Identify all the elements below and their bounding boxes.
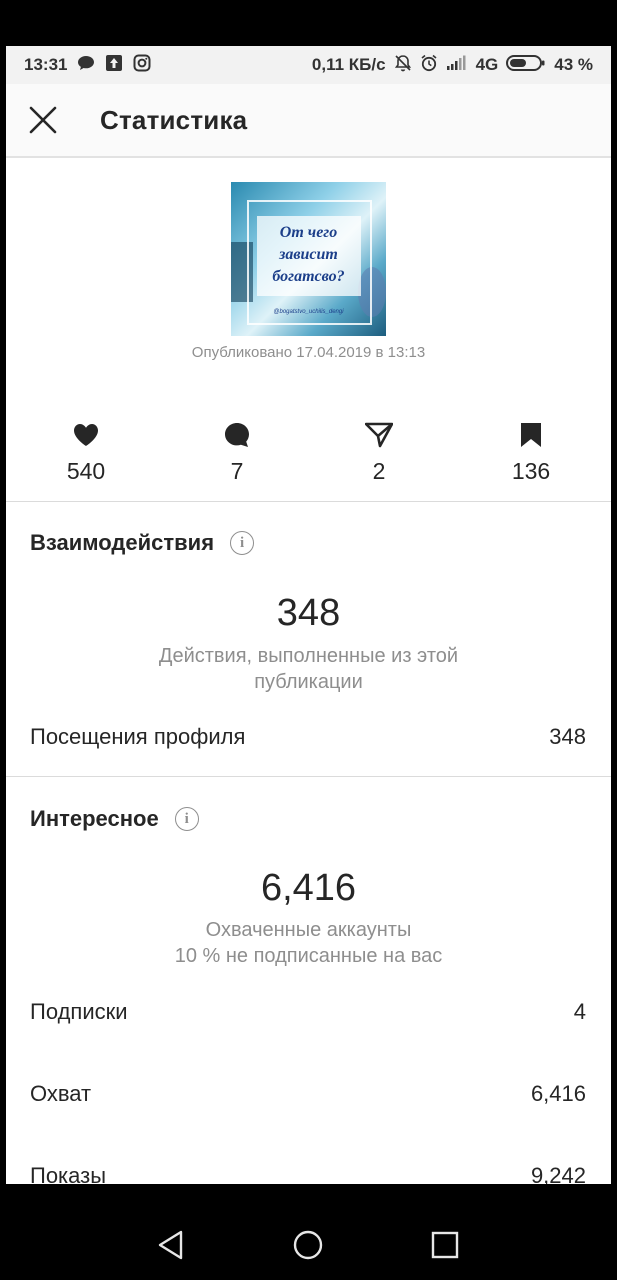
saves-stat[interactable]: 136 — [471, 420, 591, 485]
info-icon[interactable]: i — [174, 807, 199, 831]
status-bar: 13:31 0,11 КБ/с 4G 43 % — [6, 46, 611, 84]
app-header: Статистика — [6, 84, 611, 158]
post-stats-row: 540 7 2 136 — [6, 420, 611, 502]
comment-icon — [225, 423, 249, 447]
interactions-title: Взаимодействия — [30, 530, 215, 555]
row-label: Подписки — [30, 999, 128, 1024]
interactions-caption: Действия, выполненные из этой публикации — [6, 643, 611, 695]
row-label: Охват — [30, 1081, 92, 1106]
saves-count: 136 — [511, 458, 551, 484]
caption-line: Охваченные аккаунты — [205, 919, 412, 941]
home-button[interactable] — [290, 1227, 326, 1263]
caption-line: публикации — [254, 671, 363, 693]
signal-icon — [446, 55, 468, 76]
recents-icon — [431, 1231, 459, 1259]
interactions-section-title: Взаимодействия i — [30, 530, 255, 556]
thumbnail-text-line: зависит — [279, 246, 338, 263]
caption-line: Действия, выполненные из этой — [158, 645, 459, 667]
discovery-section-title: Интересное i — [30, 806, 199, 832]
impressions-row: Показы 9,242 — [30, 1163, 586, 1184]
back-button[interactable] — [153, 1227, 189, 1263]
reach-row: Охват 6,416 — [30, 1081, 586, 1107]
row-value: 9,242 — [530, 1163, 586, 1184]
comments-stat[interactable]: 7 — [177, 420, 297, 485]
row-value: 6,416 — [530, 1081, 586, 1106]
close-icon — [29, 106, 57, 134]
profile-visits-row: Посещения профиля 348 — [30, 724, 586, 750]
page-title: Статистика — [100, 104, 248, 135]
thumbnail-text-line: богатсво? — [272, 268, 345, 285]
bookmark-icon — [521, 423, 541, 447]
published-date: Опубликовано 17.04.2019 в 13:13 — [191, 344, 426, 361]
instagram-icon — [133, 54, 151, 77]
thumbnail-handle: @bogatstvo_uchilis_dengi — [273, 309, 344, 315]
discovery-title: Интересное — [30, 806, 159, 831]
info-icon[interactable]: i — [230, 531, 255, 555]
shares-stat[interactable]: 2 — [319, 420, 439, 485]
likes-stat[interactable]: 540 — [26, 420, 146, 485]
navigation-bar — [0, 1210, 617, 1280]
top-black-bar — [0, 0, 617, 46]
message-icon — [77, 55, 95, 76]
thumbnail-text: От чего зависит богатсво? — [231, 222, 386, 288]
caption-line: 10 % не подписанные на вас — [174, 945, 443, 967]
heart-icon — [74, 424, 98, 446]
status-battery: 43 % — [554, 55, 593, 74]
row-value: 4 — [573, 999, 586, 1024]
close-button[interactable] — [8, 83, 78, 157]
comments-count: 7 — [230, 458, 244, 484]
discovery-caption: Охваченные аккаунты 10 % не подписанные … — [6, 917, 611, 969]
alarm-icon — [420, 54, 438, 77]
status-network: 4G — [475, 55, 499, 74]
recents-button[interactable] — [427, 1227, 463, 1263]
row-label: Посещения профиля — [30, 724, 246, 749]
battery-icon — [506, 54, 546, 77]
row-value: 348 — [549, 724, 586, 749]
thumbnail-text-line: От чего — [279, 224, 338, 241]
discovery-total: 6,416 — [260, 867, 357, 909]
divider — [6, 501, 611, 502]
bell-muted-icon — [394, 54, 412, 77]
likes-count: 540 — [66, 458, 106, 484]
paper-plane-icon — [365, 422, 393, 448]
back-icon — [158, 1230, 183, 1260]
follows-row: Подписки 4 — [30, 999, 586, 1025]
status-speed: 0,11 КБ/с — [311, 55, 386, 74]
home-icon — [293, 1230, 323, 1260]
upload-icon — [105, 54, 123, 77]
interactions-total: 348 — [276, 592, 341, 634]
app-screen: 13:31 0,11 КБ/с 4G 43 % Статистика От че… — [6, 46, 611, 1184]
status-time: 13:31 — [24, 55, 68, 74]
row-label: Показы — [30, 1163, 107, 1184]
divider — [6, 776, 611, 777]
post-thumbnail[interactable]: От чего зависит богатсво? @bogatstvo_uch… — [231, 182, 386, 336]
shares-count: 2 — [372, 458, 386, 484]
